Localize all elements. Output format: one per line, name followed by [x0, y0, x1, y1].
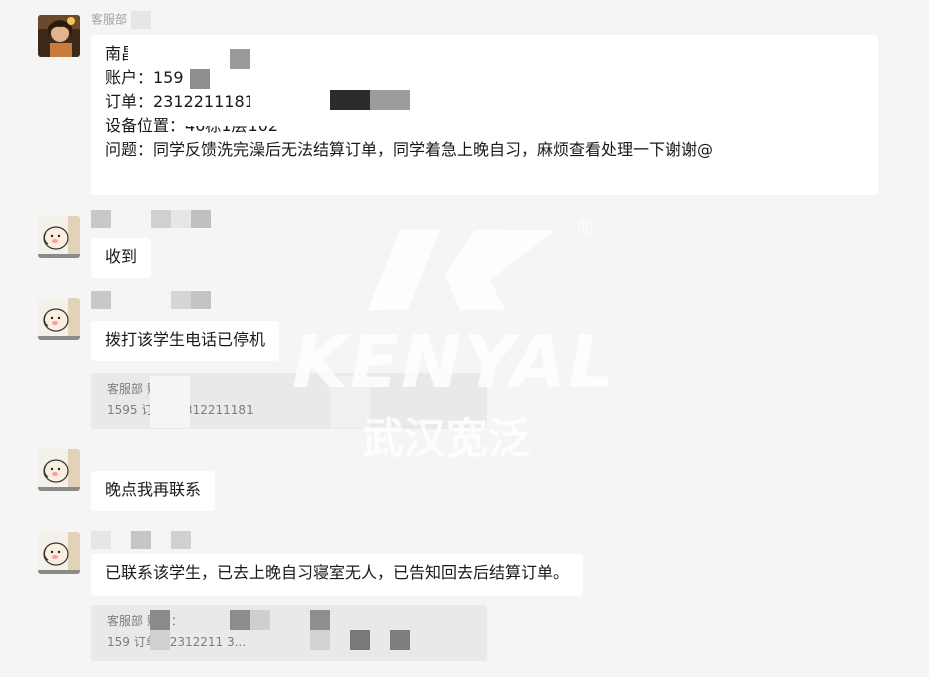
avatar-dog[interactable] [38, 298, 80, 340]
watermark-logo-bar [368, 230, 440, 310]
redaction-mosaic [250, 90, 330, 110]
message-line-account: 账户：159 [105, 68, 184, 87]
message-line-mention: 小伟 [105, 162, 864, 186]
redaction-mosaic [330, 90, 370, 110]
redaction-mosaic [230, 610, 250, 630]
redaction-mosaic [230, 49, 250, 69]
sender-name-redacted [91, 531, 191, 549]
message-bubble[interactable]: 拨打该学生电话已停机 [91, 321, 280, 361]
redaction-mosaic [370, 90, 410, 110]
sender-name: 客服部 [91, 11, 151, 29]
redaction-mosaic [190, 69, 210, 89]
redaction-mosaic [310, 610, 330, 630]
redaction-mosaic [91, 291, 111, 309]
redaction-mosaic [171, 291, 191, 309]
redaction-mosaic [390, 630, 410, 650]
redaction-mosaic [91, 531, 111, 549]
sender-name-redacted [91, 210, 211, 228]
redaction-mosaic [191, 291, 211, 309]
redaction-mosaic [171, 531, 191, 549]
message-bubble[interactable]: 晚点我再联系 [91, 471, 216, 511]
redaction-mosaic [130, 11, 151, 29]
avatar-dog[interactable] [38, 449, 80, 491]
watermark-logo-chevron [445, 230, 555, 310]
message-bubble[interactable]: 已联系该学生，已去上晚自习寝室无人，已告知回去后结算订单。 [91, 554, 584, 596]
redaction-mosaic [150, 630, 170, 650]
redaction-mosaic [150, 610, 170, 630]
message-line-order: 订单：2312211181 [105, 92, 255, 111]
redaction-mosaic [330, 376, 370, 428]
message-line-problem: 问题：同学反馈洗完澡后无法结算订单，同学着急上晚自习，麻烦查看处理一下谢谢@ [105, 140, 714, 159]
avatar-dog[interactable] [38, 216, 80, 258]
avatar-dog[interactable] [38, 532, 80, 574]
message-bubble[interactable]: 收到 [91, 238, 152, 278]
redaction-mosaic [180, 114, 300, 126]
redaction-mosaic [150, 376, 190, 428]
redaction-mosaic [171, 210, 191, 228]
redaction-mosaic [131, 531, 151, 549]
redaction-mosaic [91, 165, 191, 195]
redaction-mosaic [151, 210, 171, 228]
redaction-mosaic [250, 610, 270, 630]
redaction-mosaic [91, 210, 111, 228]
redaction-mosaic [310, 630, 330, 650]
redaction-mosaic [191, 210, 211, 228]
redaction-mosaic [128, 38, 290, 68]
sender-name-redacted [91, 291, 211, 309]
avatar-customer-service[interactable] [38, 15, 80, 57]
watermark-registered: ® [575, 216, 595, 240]
redaction-mosaic [350, 630, 370, 650]
